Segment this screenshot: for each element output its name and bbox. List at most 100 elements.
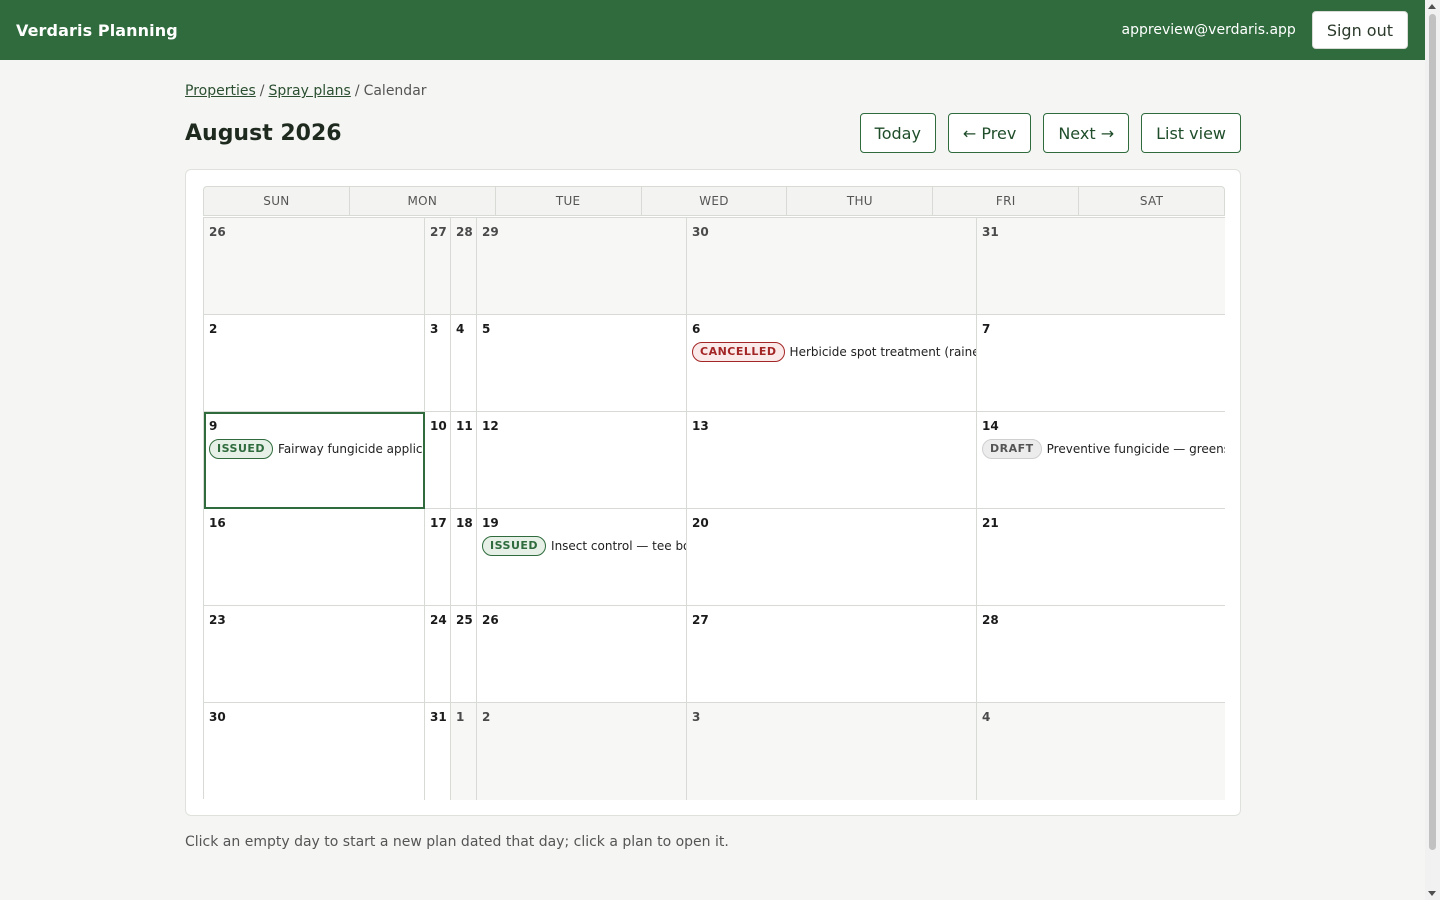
day-number: 24: [430, 613, 447, 627]
calendar-nav: Today ← Prev Next → List view: [859, 113, 1241, 153]
calendar-day[interactable]: 12: [477, 412, 687, 509]
day-number: 29: [482, 225, 499, 239]
calendar-day[interactable]: 4: [977, 703, 1225, 800]
calendar-day[interactable]: 3: [687, 703, 977, 800]
calendar-day[interactable]: 24: [425, 606, 451, 703]
scrollbar[interactable]: [1425, 0, 1440, 900]
status-badge: CANCELLED: [692, 342, 785, 362]
user-area: appreview@verdaris.app Sign out: [1122, 11, 1408, 49]
calendar-day[interactable]: 19 ISSUED Insect control — tee boxes: [477, 509, 687, 606]
calendar-day[interactable]: 30: [687, 218, 977, 315]
day-number: 20: [692, 516, 709, 530]
weekday-header: SUN MON TUE WED THU FRI SAT: [203, 186, 1225, 216]
calendar-day[interactable]: 1: [451, 703, 477, 800]
plan-event[interactable]: CANCELLED Herbicide spot treatment (raine…: [692, 342, 976, 362]
weekday-label: THU: [787, 187, 934, 215]
breadcrumb-properties-link[interactable]: Properties: [185, 83, 256, 99]
breadcrumb: Properties / Spray plans / Calendar: [185, 80, 1241, 102]
weekday-label: SUN: [204, 187, 350, 215]
calendar-day[interactable]: 3: [425, 315, 451, 412]
plan-title: Insect control — tee boxes: [551, 539, 686, 553]
day-number: 31: [982, 225, 999, 239]
calendar-day-today[interactable]: 9 ISSUED Fairway fungicide application: [204, 412, 425, 509]
calendar-day[interactable]: 17: [425, 509, 451, 606]
calendar-day[interactable]: 4: [451, 315, 477, 412]
day-number: 25: [456, 613, 473, 627]
breadcrumb-separator: /: [259, 83, 265, 99]
calendar-day[interactable]: 30: [204, 703, 425, 800]
calendar-day[interactable]: 26: [477, 606, 687, 703]
day-number: 17: [430, 516, 447, 530]
day-number: 26: [482, 613, 499, 627]
calendar-day[interactable]: 2: [204, 315, 425, 412]
calendar-day[interactable]: 31: [425, 703, 451, 800]
sign-out-button[interactable]: Sign out: [1311, 11, 1408, 49]
calendar-day[interactable]: 20: [687, 509, 977, 606]
plan-event[interactable]: DRAFT Preventive fungicide — greens pack: [982, 439, 1225, 459]
day-number: 2: [209, 322, 218, 336]
calendar-hint: Click an empty day to start a new plan d…: [185, 834, 729, 850]
day-number: 14: [982, 419, 999, 433]
calendar-day[interactable]: 14 DRAFT Preventive fungicide — greens pac…: [977, 412, 1225, 509]
scroll-thumb[interactable]: [1429, 14, 1436, 850]
calendar-day[interactable]: 27: [687, 606, 977, 703]
app-title: Verdaris Planning: [16, 20, 178, 40]
plan-title: Preventive fungicide — greens pack: [1046, 442, 1225, 456]
day-number: 2: [482, 710, 491, 724]
calendar-day[interactable]: 28: [451, 218, 477, 315]
day-number: 27: [430, 225, 447, 239]
weekday-label: SAT: [1139, 194, 1164, 208]
calendar-day[interactable]: 2: [477, 703, 687, 800]
calendar-day[interactable]: 26: [204, 218, 425, 315]
day-number: 16: [209, 516, 226, 530]
list-view-button[interactable]: List view: [1141, 113, 1241, 153]
calendar-day[interactable]: 29: [477, 218, 687, 315]
calendar-day[interactable]: 31: [977, 218, 1225, 315]
page-title: August 2026: [185, 120, 342, 146]
calendar-header: August 2026 Today ← Prev Next → List vie…: [185, 112, 1241, 154]
calendar-grid: 26 27 28 29 30 31 2 3 4 5 6 CANCELLED Herbicide spot…: [203, 217, 1225, 800]
plan-event[interactable]: ISSUED Insect control — tee boxes: [482, 536, 686, 556]
next-month-button[interactable]: Next →: [1043, 113, 1130, 153]
calendar-day[interactable]: 6 CANCELLED Herbicide spot treatment (rain…: [687, 315, 977, 412]
day-number: 13: [692, 419, 709, 433]
plan-event[interactable]: ISSUED Fairway fungicide application: [209, 439, 424, 459]
top-bar: Verdaris Planning appreview@verdaris.app…: [0, 0, 1425, 60]
calendar-day[interactable]: 23: [204, 606, 425, 703]
day-number: 1: [456, 710, 465, 724]
scroll-down-icon[interactable]: [1428, 891, 1436, 896]
calendar-day[interactable]: 13: [687, 412, 977, 509]
plan-title: Herbicide spot treatment (rained out): [789, 345, 976, 359]
calendar-day[interactable]: 25: [451, 606, 477, 703]
calendar-day[interactable]: 16: [204, 509, 425, 606]
calendar-day[interactable]: 27: [425, 218, 451, 315]
calendar-day[interactable]: 7: [977, 315, 1225, 412]
day-number: 10: [430, 419, 447, 433]
calendar-day[interactable]: 21: [977, 509, 1225, 606]
day-number: 28: [982, 613, 999, 627]
breadcrumb-current: Calendar: [363, 83, 427, 99]
main-content: Properties / Spray plans / Calendar Augu…: [185, 80, 1241, 154]
breadcrumb-spray-plans-link[interactable]: Spray plans: [268, 83, 350, 99]
day-number: 3: [430, 322, 439, 336]
user-email: appreview@verdaris.app: [1121, 22, 1296, 38]
breadcrumb-separator: /: [354, 83, 360, 99]
day-number: 11: [456, 419, 473, 433]
day-number: 4: [456, 322, 465, 336]
day-number: 28: [456, 225, 473, 239]
calendar-day[interactable]: 11: [451, 412, 477, 509]
calendar-day[interactable]: 5: [477, 315, 687, 412]
status-badge: DRAFT: [982, 439, 1042, 459]
calendar-card: SUN MON TUE WED THU FRI SAT 26 27 28 29 30 31…: [185, 169, 1241, 816]
calendar-day[interactable]: 28: [977, 606, 1225, 703]
status-badge: ISSUED: [482, 536, 547, 556]
day-number: 26: [209, 225, 226, 239]
day-number: 6: [692, 322, 701, 336]
calendar-day[interactable]: 18: [451, 509, 477, 606]
day-number: 4: [982, 710, 991, 724]
prev-month-button[interactable]: ← Prev: [947, 113, 1032, 153]
scroll-up-icon[interactable]: [1428, 4, 1436, 9]
today-button[interactable]: Today: [859, 113, 936, 153]
calendar-day[interactable]: 10: [425, 412, 451, 509]
day-number: 9: [209, 419, 218, 433]
